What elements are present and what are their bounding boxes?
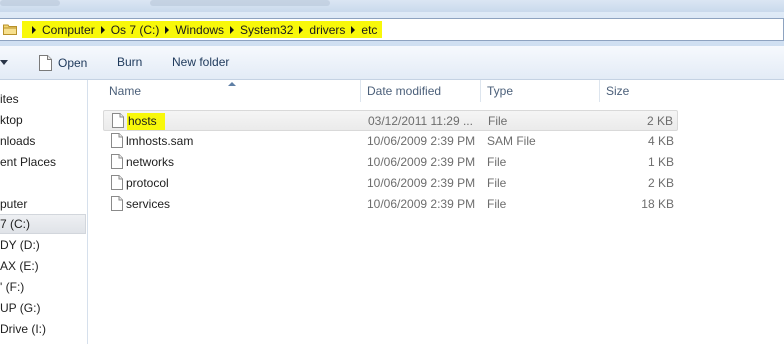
nav-item-drive-f[interactable]: ' (F:) xyxy=(0,278,24,296)
file-name: lmhosts.sam xyxy=(126,134,194,148)
file-type: SAM File xyxy=(487,134,536,148)
file-type: File xyxy=(488,114,508,128)
new-folder-label: New folder xyxy=(172,55,230,69)
file-date: 03/12/2011 11:29 ... xyxy=(368,114,473,128)
file-list: Name Date modified Type Size hosts 03/12… xyxy=(89,80,784,344)
nav-item-drive-c[interactable]: 7 (C:) xyxy=(0,214,86,234)
breadcrumb-arrow-icon[interactable] xyxy=(32,25,36,34)
breadcrumb-arrow-icon[interactable] xyxy=(351,25,356,34)
file-size: 4 KB xyxy=(647,134,674,148)
file-name: hosts xyxy=(127,113,165,130)
open-label: Open xyxy=(58,56,88,70)
file-icon xyxy=(111,133,123,148)
breadcrumb-arrow-icon[interactable] xyxy=(299,25,304,34)
nav-item-downloads[interactable]: nloads xyxy=(0,132,35,150)
breadcrumb-drivers[interactable]: drivers xyxy=(309,23,345,37)
new-folder-button[interactable]: New folder xyxy=(172,55,229,69)
file-type: File xyxy=(487,155,507,169)
file-icon xyxy=(112,113,124,128)
file-row-networks[interactable]: networks 10/06/2009 2:39 PM File 1 KB xyxy=(103,152,678,173)
file-date: 10/06/2009 2:39 PM xyxy=(367,197,476,211)
column-divider[interactable] xyxy=(360,80,361,102)
nav-item-recent-places[interactable]: ent Places xyxy=(0,153,56,171)
nav-item-drive-d[interactable]: DY (D:) xyxy=(0,236,40,254)
sort-ascending-icon xyxy=(228,82,236,86)
file-size: 18 KB xyxy=(641,197,674,211)
file-row-lmhosts[interactable]: lmhosts.sam 10/06/2009 2:39 PM SAM File … xyxy=(103,131,678,152)
nav-item-desktop[interactable]: ktop xyxy=(0,111,23,129)
file-icon xyxy=(111,154,123,169)
breadcrumb-arrow-icon[interactable] xyxy=(165,25,170,34)
nav-item-favorites[interactable]: ites xyxy=(0,90,19,108)
column-divider[interactable] xyxy=(480,80,481,102)
open-button[interactable]: Open xyxy=(39,55,87,71)
column-header-name[interactable]: Name xyxy=(109,80,141,102)
file-type: File xyxy=(487,197,507,211)
column-divider[interactable] xyxy=(599,80,600,102)
organize-dropdown-icon[interactable] xyxy=(0,60,8,65)
window-title-strip xyxy=(0,0,784,12)
nav-item-drive-g[interactable]: UP (G:) xyxy=(0,299,40,317)
breadcrumb-windows[interactable]: Windows xyxy=(175,23,224,37)
breadcrumb-arrow-icon[interactable] xyxy=(100,25,105,34)
file-name: networks xyxy=(126,155,175,169)
breadcrumb-system32[interactable]: System32 xyxy=(240,23,293,37)
file-size: 2 KB xyxy=(646,114,673,128)
file-size: 1 KB xyxy=(647,155,674,169)
file-row-services[interactable]: services 10/06/2009 2:39 PM File 18 KB xyxy=(103,194,678,215)
breadcrumb-etc[interactable]: etc xyxy=(361,23,377,37)
burn-button[interactable]: Burn xyxy=(117,55,142,69)
address-bar[interactable]: Computer Os 7 (C:) Windows System32 driv… xyxy=(0,18,784,41)
folder-icon xyxy=(3,24,17,35)
file-size: 2 KB xyxy=(647,176,674,190)
file-name: protocol xyxy=(126,176,169,190)
file-icon xyxy=(111,196,123,211)
nav-item-drive-e[interactable]: AX (E:) xyxy=(0,257,39,275)
column-header-size[interactable]: Size xyxy=(606,80,629,102)
nav-item-drive-i[interactable]: Drive (I:) xyxy=(0,320,46,338)
file-row-hosts[interactable]: hosts 03/12/2011 11:29 ... File 2 KB xyxy=(103,110,678,131)
command-bar: Open Burn New folder xyxy=(0,46,784,80)
burn-label: Burn xyxy=(117,55,143,69)
column-header-type[interactable]: Type xyxy=(487,80,513,102)
file-icon xyxy=(111,175,123,190)
file-row-protocol[interactable]: protocol 10/06/2009 2:39 PM File 2 KB xyxy=(103,173,678,194)
file-name: services xyxy=(126,197,171,211)
file-date: 10/06/2009 2:39 PM xyxy=(367,134,476,148)
title-text-blur xyxy=(0,0,60,6)
nav-item-computer[interactable]: puter xyxy=(0,195,27,213)
navigation-pane: ites ktop nloads ent Places puter 7 (C:)… xyxy=(0,80,88,344)
file-date: 10/06/2009 2:39 PM xyxy=(367,155,476,169)
breadcrumb-computer[interactable]: Computer xyxy=(42,23,95,37)
column-header-date[interactable]: Date modified xyxy=(367,80,441,102)
breadcrumb: Computer Os 7 (C:) Windows System32 driv… xyxy=(22,21,383,38)
document-icon xyxy=(39,55,52,71)
file-date: 10/06/2009 2:39 PM xyxy=(367,176,476,190)
breadcrumb-arrow-icon[interactable] xyxy=(230,25,235,34)
file-type: File xyxy=(487,176,507,190)
title-text-blur xyxy=(150,0,330,6)
breadcrumb-drive[interactable]: Os 7 (C:) xyxy=(111,23,160,37)
address-bar-row: Computer Os 7 (C:) Windows System32 driv… xyxy=(0,12,784,46)
